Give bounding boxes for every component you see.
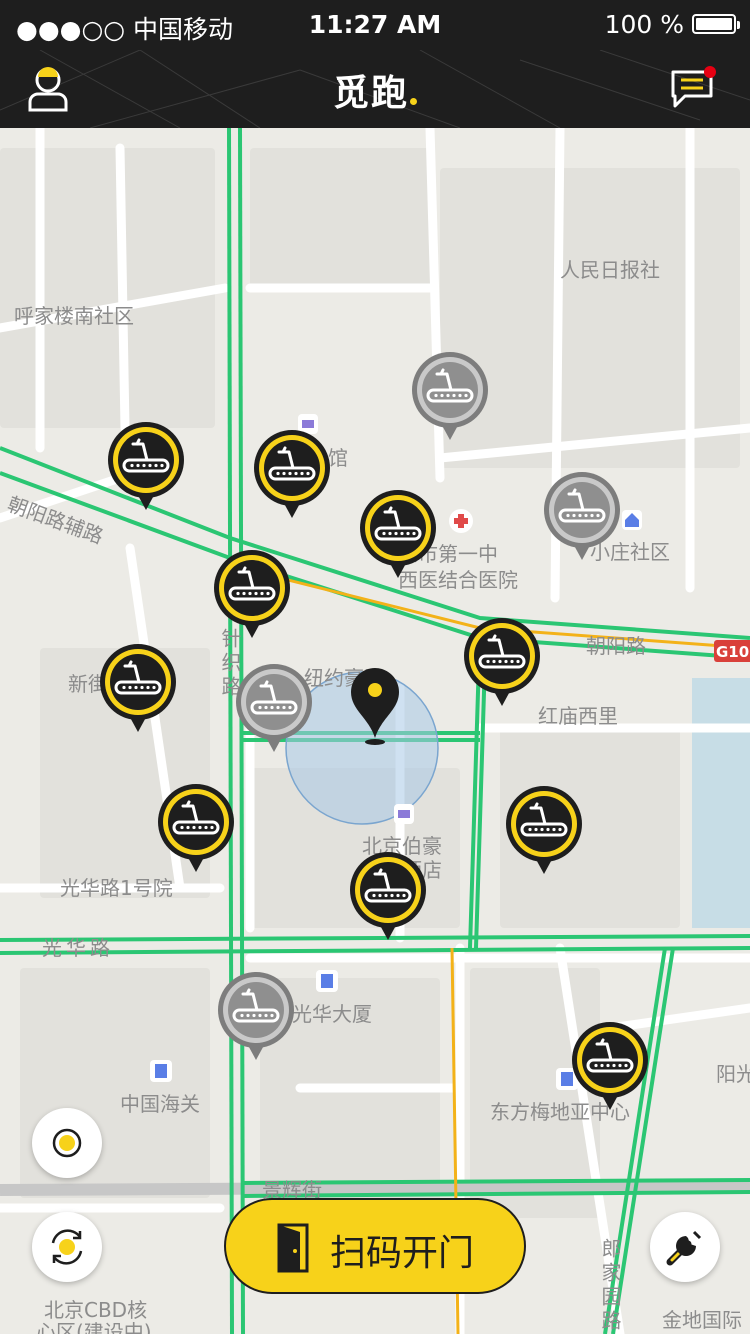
locate-icon [52,1128,82,1158]
map-view[interactable]: G102 人民日报社 呼家楼南社区 馆 朝阳路辅路 京市第一中 西医结合医院 小… [0,128,750,1334]
treadmill-pin-available[interactable] [358,488,438,580]
map-label: 光华路 [42,936,114,960]
refresh-location-icon [51,1229,83,1265]
map-label: 中国海关 [120,1092,200,1116]
treadmill-pin-available[interactable] [570,1020,650,1112]
report-repair-button[interactable] [650,1212,720,1282]
map-label: 红庙西里 [538,704,618,728]
scan-to-open-label: 扫码开门 [330,1233,475,1274]
hotel-icon [394,804,414,824]
map-label: 朝阳路 [586,634,646,658]
header-bar: 觅跑 [0,50,750,128]
hospital-icon [449,509,473,533]
residential-icon [622,510,642,530]
battery-icon [692,14,740,34]
notification-dot [704,66,716,78]
building-icon [150,1060,172,1082]
treadmill-pin-unavailable[interactable] [234,662,314,754]
map-label: 光华路1号院 [60,876,173,900]
current-location-pin [351,668,399,745]
treadmill-pin-unavailable[interactable] [216,970,296,1062]
treadmill-pin-available[interactable] [106,420,186,512]
map-label: 人民日报社 [560,258,660,282]
treadmill-pin-available[interactable] [212,548,292,640]
building-icon [316,970,338,992]
app-logo: 觅跑 [0,64,750,116]
locate-button[interactable] [32,1108,102,1178]
treadmill-pin-available[interactable] [348,850,428,942]
status-bar: ●●●○○ 中国移动 11:27 AM 100 % [0,0,750,50]
map-label: 心区(建设中) [36,1320,152,1334]
battery-percent: 100 % [604,10,684,39]
treadmill-pin-available[interactable] [156,782,236,874]
map-label: 光华大厦 [292,1002,372,1026]
treadmill-pin-available[interactable] [504,784,584,876]
treadmill-pin-available[interactable] [98,642,178,734]
scan-to-open-button[interactable]: 扫码开门 [224,1198,526,1294]
map-label: 郎家园路 [598,1238,622,1334]
refresh-location-button[interactable] [32,1212,102,1282]
treadmill-pin-unavailable[interactable] [410,350,490,442]
messages-icon[interactable] [670,64,718,110]
map-label: 阳光 [716,1062,750,1086]
treadmill-pin-unavailable[interactable] [542,470,622,562]
map-label: 金地国际 [662,1308,742,1332]
highway-shield: G102 [716,643,750,661]
treadmill-pin-available[interactable] [252,428,332,520]
wrench-icon [666,1230,702,1266]
treadmill-pin-available[interactable] [462,616,542,708]
map-label: 呼家楼南社区 [14,304,134,328]
door-icon [277,1223,309,1273]
